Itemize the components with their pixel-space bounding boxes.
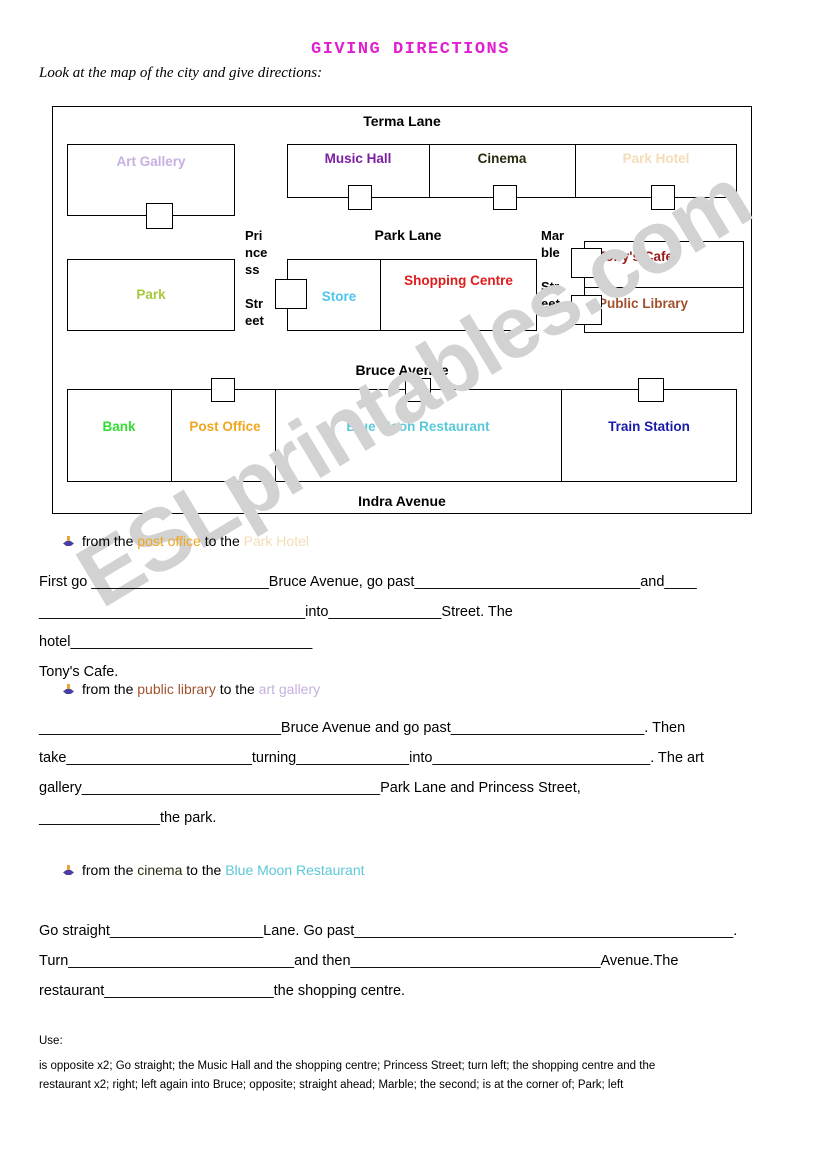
shopping-centre-text: Shopping Centre — [404, 273, 513, 288]
princess-line-2: nce — [245, 245, 268, 260]
word-bank-label: Use: — [39, 1035, 63, 1047]
ex2-from: public library — [137, 681, 216, 697]
wall-bank-post-office — [171, 389, 172, 482]
city-map: Terma Lane Park Lane Bruce Avenue Indra … — [52, 106, 752, 514]
door-train-station — [638, 378, 664, 402]
word-bank-line-1: is opposite x2; Go straight; the Music H… — [39, 1060, 656, 1072]
ex3-line-1: Go straight___________________Lane. Go p… — [39, 923, 738, 939]
ex3-mid: to the — [182, 862, 226, 878]
ex3-pre: from the — [82, 862, 138, 878]
marble-line-2: ble — [541, 245, 560, 260]
public-library-text: Public Library — [598, 296, 689, 311]
street-label-park-lane: Park Lane — [374, 227, 442, 243]
door-public-library — [571, 295, 602, 325]
building-label-train-station: Train Station — [608, 419, 690, 434]
building-label-music-hall: Music Hall — [324, 151, 392, 166]
princess-line-1: Pri — [245, 228, 263, 243]
door-tonys-cafe — [571, 248, 602, 278]
marble-line-1: Mar — [541, 228, 565, 243]
street-label-terma-lane: Terma Lane — [363, 113, 441, 129]
wall-post-office-restaurant — [275, 389, 276, 482]
ex3-line-3: restaurant_____________________the shopp… — [39, 983, 406, 999]
door-store — [275, 279, 307, 309]
building-label-shopping-centre: Shopping Centre — [380, 273, 537, 289]
princess-line-4: Str — [245, 296, 264, 311]
exercise-3-body: Go straight___________________Lane. Go p… — [39, 916, 799, 1006]
post-office-text: Post Office — [189, 419, 261, 434]
marble-line-3: Str — [541, 279, 560, 294]
building-label-art-gallery: Art Gallery — [116, 154, 186, 169]
street-label-indra-avenue: Indra Avenue — [358, 493, 446, 509]
bullet-icon — [63, 865, 74, 876]
door-music-hall — [348, 185, 372, 210]
instruction-text: Look at the map of the city and give dir… — [39, 65, 323, 81]
door-park-hotel — [651, 185, 675, 210]
exercise-3-heading: from the cinema to the Blue Moon Restaur… — [63, 862, 365, 878]
exercise-1-body: First go ______________________Bruce Ave… — [39, 567, 789, 687]
ex2-line-4: _______________the park. — [39, 810, 217, 826]
building-label-public-library: Public Library — [598, 296, 744, 312]
building-label-park: Park — [136, 287, 166, 302]
building-label-post-office: Post Office — [175, 419, 275, 435]
princess-line-5: eet — [245, 313, 264, 328]
building-label-bank: Bank — [102, 419, 136, 434]
building-label-store: Store — [321, 289, 357, 304]
ex1-pre: from the — [82, 533, 138, 549]
ex3-line-2: Turn____________________________and then… — [39, 953, 679, 969]
marble-line-4: eet — [541, 296, 560, 311]
ex2-pre: from the — [82, 681, 138, 697]
ex1-to: Park Hotel — [243, 533, 309, 549]
ex3-to: Blue Moon Restaurant — [225, 862, 365, 878]
ex3-from: cinema — [137, 862, 183, 878]
ex2-to: art gallery — [258, 681, 321, 697]
wall-cafe-library — [584, 287, 744, 288]
ex2-line-1: ______________________________Bruce Aven… — [39, 720, 686, 736]
street-label-marble-street: Mar ble Str eet — [541, 227, 571, 312]
exercise-2-heading: from the public library to the art galle… — [63, 681, 320, 697]
ex1-mid: to the — [200, 533, 244, 549]
building-block-bottom — [67, 389, 737, 482]
building-label-tonys-cafe: Tony's Cafe — [598, 249, 673, 264]
word-bank-line-2: restaurant x2; right; left again into Br… — [39, 1079, 624, 1091]
ex1-line-2: _________________________________into___… — [39, 604, 513, 650]
word-bank: Use: is opposite x2; Go straight; the Mu… — [39, 1032, 789, 1095]
building-label-park-hotel: Park Hotel — [622, 151, 690, 166]
page-title: GIVING DIRECTIONS — [311, 40, 510, 59]
building-label-cinema: Cinema — [477, 151, 527, 166]
door-blue-moon-restaurant — [405, 378, 431, 402]
exercise-1-heading: from the post office to the Park Hotel — [63, 533, 309, 549]
door-post-office — [211, 378, 235, 402]
building-park: Park — [67, 259, 235, 331]
wall-restaurant-train-station — [561, 389, 562, 482]
street-label-bruce-avenue: Bruce Avenue — [355, 362, 449, 378]
ex2-line-3: gallery_________________________________… — [39, 780, 581, 796]
ex1-line-1: First go ______________________Bruce Ave… — [39, 574, 697, 590]
building-label-blue-moon-restaurant: Blue Moon Restaurant — [346, 419, 490, 434]
ex1-from: post office — [137, 533, 201, 549]
ex2-mid: to the — [215, 681, 259, 697]
bullet-icon — [63, 536, 74, 547]
ex2-line-2: take_______________________turning______… — [39, 750, 704, 766]
princess-line-3: ss — [245, 262, 260, 277]
door-art-gallery — [146, 203, 173, 229]
street-label-princess-street: Pri nce ss Str eet — [245, 227, 275, 329]
exercise-2-body: ______________________________Bruce Aven… — [39, 713, 794, 833]
door-cinema — [493, 185, 517, 210]
bullet-icon — [63, 684, 74, 695]
